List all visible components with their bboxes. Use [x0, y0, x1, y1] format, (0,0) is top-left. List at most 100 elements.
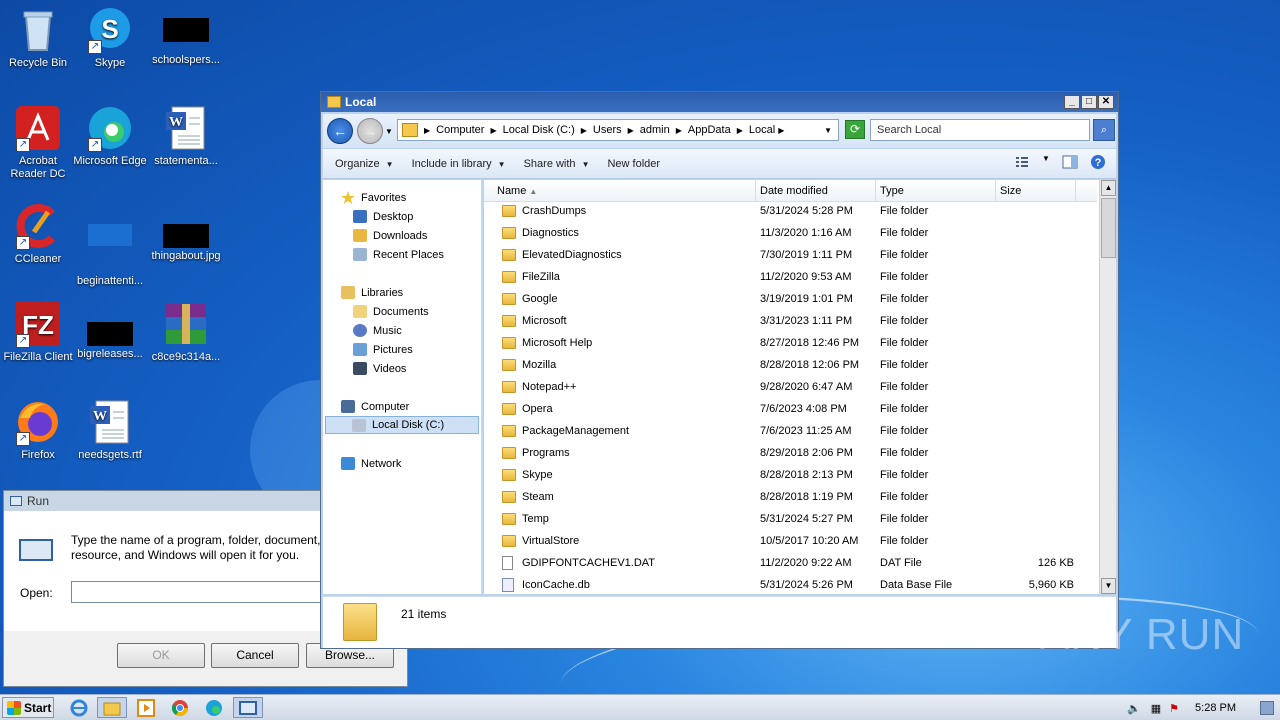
scroll-down-icon[interactable]: ▼	[1101, 578, 1116, 594]
clock[interactable]: 5:28 PM	[1195, 702, 1236, 714]
desktop-icon-filezilla[interactable]: FZ ↗ FileZilla Client	[0, 300, 76, 364]
minimize-button[interactable]: _	[1064, 95, 1080, 109]
taskbar-edge[interactable]	[199, 697, 229, 718]
file-type: Data Base File	[880, 579, 953, 591]
back-button[interactable]: ←	[327, 118, 353, 144]
desktop-icon-recycle-bin[interactable]: Recycle Bin	[0, 6, 76, 70]
file-row[interactable]: Microsoft Help 8/27/2018 12:46 PM File fol…	[484, 332, 1097, 354]
shortcut-arrow-icon: ↗	[16, 138, 30, 152]
desktop-icon-thingabout[interactable]: thingabout.jpg	[148, 202, 224, 263]
file-name: Skype	[522, 469, 553, 481]
taskbar-explorer[interactable]	[97, 697, 127, 718]
column-size[interactable]: Size	[996, 180, 1076, 201]
file-row[interactable]: FileZilla 11/2/2020 9:53 AM File folder	[484, 266, 1097, 288]
file-row[interactable]: VirtualStore 10/5/2017 10:20 AM File folde…	[484, 530, 1097, 552]
preview-pane-icon[interactable]	[1062, 154, 1078, 170]
nav-downloads[interactable]: Downloads	[353, 229, 427, 242]
vertical-scrollbar[interactable]: ▲ ▼	[1099, 180, 1116, 594]
desktop-icon-statementa[interactable]: W statementa...	[148, 104, 224, 168]
desktop-icon-edge[interactable]: ↗ Microsoft Edge	[72, 104, 148, 168]
address-box[interactable]: ▶ Computer ▶ Local Disk (C:) ▶ Users ▶ admin…	[397, 119, 839, 141]
run-ok-button[interactable]: OK	[117, 643, 205, 668]
organize-button[interactable]: Organize ▼	[335, 158, 394, 170]
new-folder-button[interactable]: New folder	[607, 158, 660, 170]
nav-desktop[interactable]: Desktop	[353, 210, 413, 223]
desktop-icon-beginattenti[interactable]: beginattenti...	[72, 202, 148, 288]
start-button[interactable]: Start	[2, 697, 54, 718]
explorer-titlebar[interactable]: Local _ □ ✕	[321, 92, 1118, 112]
breadcrumb-appdata[interactable]: ▶ AppData	[676, 124, 731, 136]
file-row[interactable]: Opera 7/6/2023 4:08 PM File folder	[484, 398, 1097, 420]
nav-documents[interactable]: Documents	[353, 305, 429, 318]
scroll-thumb[interactable]	[1101, 198, 1116, 258]
taskbar-chrome[interactable]	[165, 697, 195, 718]
folder-icon	[502, 293, 516, 305]
share-with-button[interactable]: Share with ▼	[524, 158, 590, 170]
file-row[interactable]: CrashDumps 5/31/2024 5:28 PM File folder	[484, 200, 1097, 222]
nav-favorites[interactable]: Favorites	[341, 191, 406, 204]
file-row[interactable]: Mozilla 8/28/2018 12:06 PM File folder	[484, 354, 1097, 376]
file-row[interactable]: Diagnostics 11/3/2020 1:16 AM File folder	[484, 222, 1097, 244]
file-type: File folder	[880, 249, 929, 261]
close-button[interactable]: ✕	[1098, 95, 1114, 109]
desktop-icon-bigreleases[interactable]: bigreleases...	[72, 300, 148, 361]
nav-videos[interactable]: Videos	[353, 362, 406, 375]
breadcrumb-local-disk[interactable]: ▶ Local Disk (C:)	[490, 124, 574, 136]
search-icon[interactable]: ⌕	[1093, 119, 1115, 141]
file-row[interactable]: Skype 8/28/2018 2:13 PM File folder	[484, 464, 1097, 486]
scroll-up-icon[interactable]: ▲	[1101, 180, 1116, 196]
file-row[interactable]: PackageManagement 7/6/2023 11:25 AM File f…	[484, 420, 1097, 442]
network-status-icon[interactable]: ▦	[1151, 702, 1161, 715]
desktop-icon-acrobat[interactable]: ↗ Acrobat Reader DC	[0, 104, 76, 181]
nav-music[interactable]: Music	[353, 324, 402, 337]
nav-local-disk[interactable]: Local Disk (C:)	[325, 416, 479, 434]
file-row[interactable]: IconCache.db 5/31/2024 5:26 PM Data Base F…	[484, 574, 1097, 596]
file-date: 3/19/2019 1:01 PM	[760, 293, 853, 305]
desktop-icon-skype[interactable]: S ↗ Skype	[72, 6, 148, 70]
nav-pictures[interactable]: Pictures	[353, 343, 413, 356]
desktop-icon-needsgets[interactable]: W needsgets.rtf	[72, 398, 148, 462]
run-cancel-button[interactable]: Cancel	[211, 643, 299, 668]
file-row[interactable]: Google 3/19/2019 1:01 PM File folder	[484, 288, 1097, 310]
include-in-library-button[interactable]: Include in library ▼	[412, 158, 506, 170]
taskbar-run[interactable]	[233, 697, 263, 718]
change-view-icon[interactable]	[1014, 154, 1030, 170]
forward-button[interactable]: →	[357, 118, 383, 144]
address-dropdown-icon[interactable]: ▼	[824, 126, 832, 135]
taskbar-internet-explorer[interactable]	[64, 697, 94, 718]
file-row[interactable]: Microsoft 3/31/2023 1:11 PM File folder	[484, 310, 1097, 332]
window-title: Local	[345, 95, 377, 109]
star-icon	[341, 191, 355, 204]
nav-computer[interactable]: Computer	[341, 400, 409, 413]
breadcrumb-computer[interactable]: ▶ Computer	[424, 124, 484, 136]
file-row[interactable]: Steam 8/28/2018 1:19 PM File folder	[484, 486, 1097, 508]
desktop-icon-firefox[interactable]: ↗ Firefox	[0, 398, 76, 462]
file-row[interactable]: GDIPFONTCACHEV1.DAT 11/2/2020 9:22 AM DAT …	[484, 552, 1097, 574]
nav-recent-places[interactable]: Recent Places	[353, 248, 444, 261]
column-date-modified[interactable]: Date modified	[756, 180, 876, 201]
breadcrumb-users[interactable]: ▶ Users	[581, 124, 622, 136]
search-input[interactable]: Search Local	[870, 119, 1090, 141]
desktop-icon-schoolspers[interactable]: schoolspers...	[148, 6, 224, 67]
show-desktop-button[interactable]	[1260, 701, 1274, 715]
file-row[interactable]: ElevatedDiagnostics 7/30/2019 1:11 PM File…	[484, 244, 1097, 266]
nav-libraries[interactable]: Libraries	[341, 286, 403, 299]
file-row[interactable]: Notepad++ 9/28/2020 6:47 AM File folder	[484, 376, 1097, 398]
maximize-button[interactable]: □	[1081, 95, 1097, 109]
taskbar-media-player[interactable]	[131, 697, 161, 718]
recent-pages-dropdown-icon[interactable]: ▼	[385, 127, 393, 136]
view-dropdown-icon[interactable]: ▼	[1042, 154, 1050, 170]
desktop-icon-ccleaner[interactable]: ↗ CCleaner	[0, 202, 76, 266]
breadcrumb-local[interactable]: ▶ Local ▶	[737, 124, 791, 136]
speaker-icon[interactable]: 🔈	[1127, 702, 1141, 715]
column-type[interactable]: Type	[876, 180, 996, 201]
nav-network[interactable]: Network	[341, 457, 401, 470]
help-icon[interactable]: ?	[1090, 154, 1106, 170]
breadcrumb-admin[interactable]: ▶ admin	[628, 124, 670, 136]
file-row[interactable]: Programs 8/29/2018 2:06 PM File folder	[484, 442, 1097, 464]
action-center-icon[interactable]: ⚑	[1169, 702, 1179, 715]
desktop-icon-c8ce9c314a[interactable]: c8ce9c314a...	[148, 300, 224, 364]
column-name[interactable]: Name ▲	[484, 180, 756, 201]
file-row[interactable]: Temp 5/31/2024 5:27 PM File folder	[484, 508, 1097, 530]
refresh-button[interactable]: ⟳	[845, 120, 865, 139]
